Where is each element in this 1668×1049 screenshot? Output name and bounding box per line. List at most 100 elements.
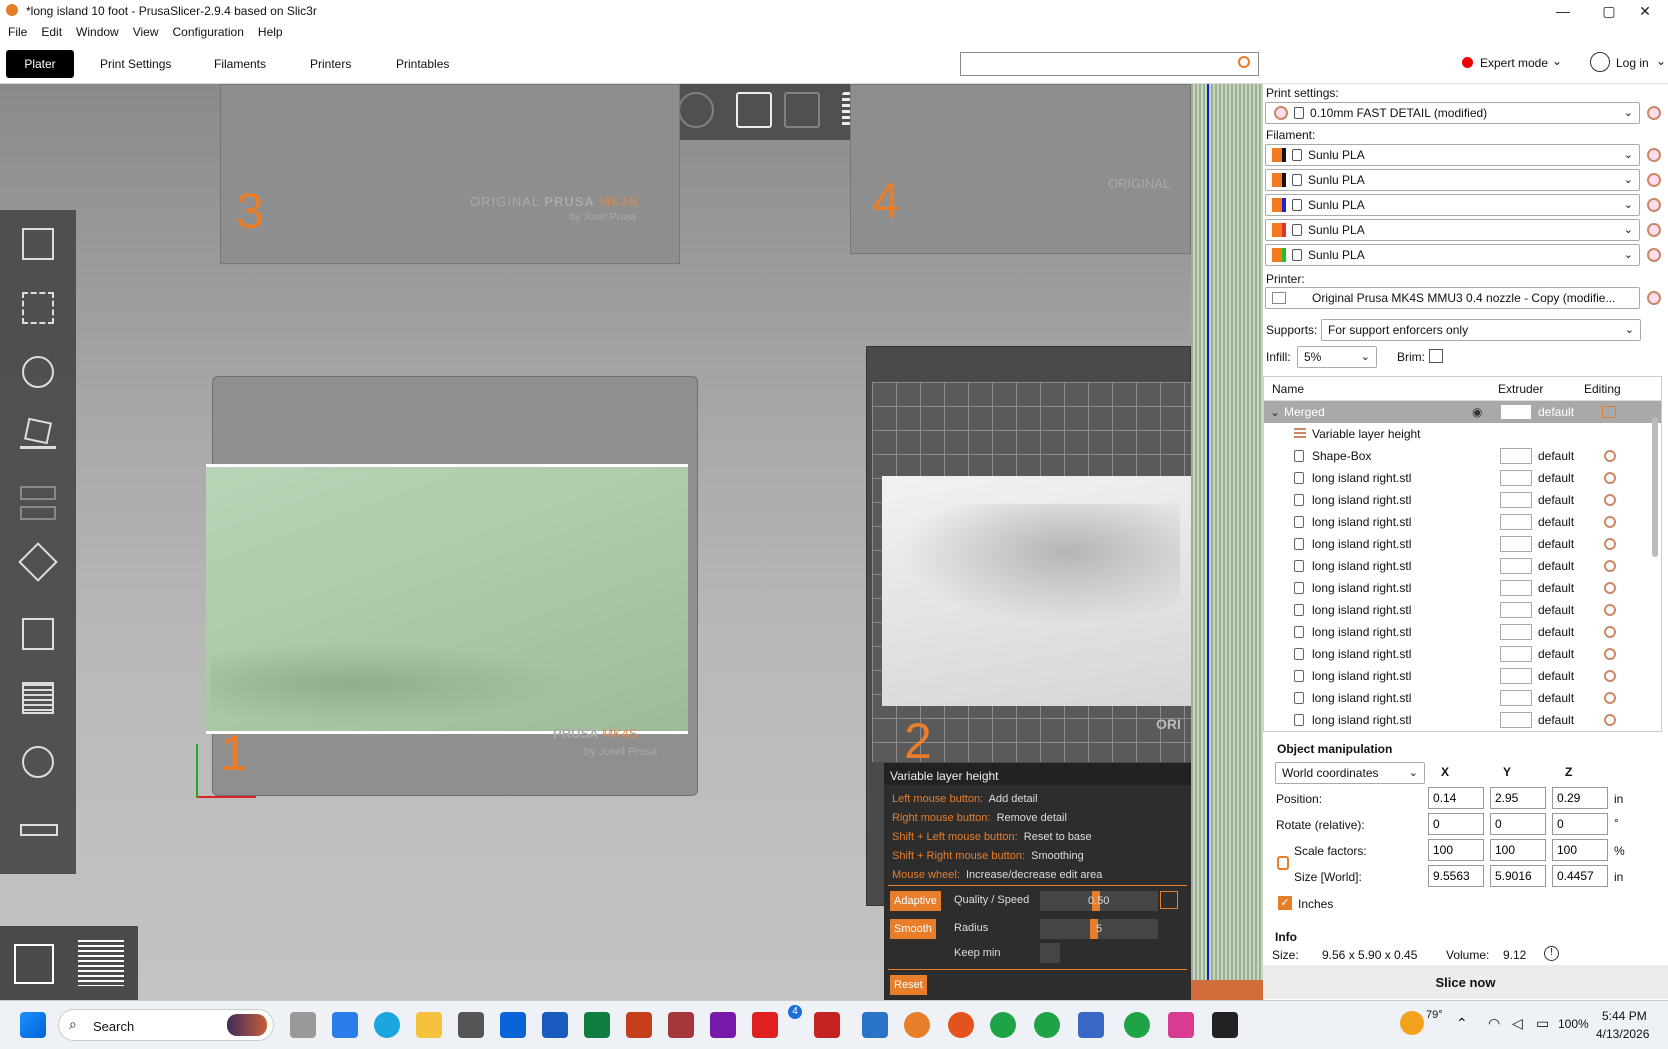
menu-edit[interactable]: Edit	[41, 25, 62, 39]
adaptive-button[interactable]: Adaptive	[890, 891, 941, 911]
close-button[interactable]: ✕	[1622, 0, 1668, 22]
list-item[interactable]: long island right.stl default	[1264, 687, 1661, 709]
menu-configuration[interactable]: Configuration	[173, 25, 244, 39]
rotate-icon[interactable]	[12, 346, 64, 398]
settings-gear-icon[interactable]	[1647, 148, 1661, 162]
menu-help[interactable]: Help	[258, 25, 283, 39]
chevron-up-icon[interactable]: ⌃	[1456, 1015, 1468, 1032]
quality-slider[interactable]: 0.50	[1040, 891, 1158, 911]
scale-z-field[interactable]	[1552, 839, 1608, 861]
eye-icon[interactable]: ◉	[1472, 405, 1482, 419]
notepad-icon[interactable]	[458, 1012, 484, 1038]
word-icon[interactable]	[542, 1012, 568, 1038]
rotate-x-field[interactable]	[1428, 813, 1484, 835]
preview-view-icon[interactable]	[78, 940, 124, 986]
unlock-icon[interactable]	[1277, 856, 1289, 870]
list-item[interactable]: long island right.stl default	[1264, 489, 1661, 511]
smooth-button[interactable]: Smooth	[890, 919, 936, 939]
remove-instance-icon[interactable]	[678, 92, 714, 128]
list-item[interactable]: long island right.stl default	[1264, 555, 1661, 577]
coordinates-select[interactable]: World coordinates ⌄	[1275, 762, 1425, 784]
printer-select[interactable]: Original Prusa MK4S MMU3 0.4 nozzle - Co…	[1265, 287, 1640, 309]
cut-icon[interactable]	[12, 476, 64, 528]
tab-printables[interactable]: Printables	[382, 50, 463, 78]
chrome-icon[interactable]	[1124, 1012, 1150, 1038]
size-z-field[interactable]	[1552, 865, 1608, 887]
filament-select-3[interactable]: Sunlu PLA ⌄	[1265, 194, 1640, 216]
chrome-icon[interactable]	[1034, 1012, 1060, 1038]
move-icon[interactable]	[12, 218, 64, 270]
clock-time[interactable]: 5:44 PM	[1602, 1009, 1647, 1023]
weather-icon[interactable]	[1400, 1011, 1424, 1035]
edit-icon[interactable]	[1160, 891, 1178, 909]
print-settings-select[interactable]: 0.10mm FAST DETAIL (modified) ⌄	[1265, 102, 1640, 124]
size-x-field[interactable]	[1428, 865, 1484, 887]
list-item[interactable]: long island right.stl default	[1264, 599, 1661, 621]
app-diamond-icon[interactable]	[1168, 1012, 1194, 1038]
settings-gear-icon[interactable]	[1647, 198, 1661, 212]
mmu-painting-icon[interactable]	[12, 736, 64, 788]
menu-window[interactable]: Window	[76, 25, 119, 39]
keep-min-checkbox[interactable]	[1040, 943, 1060, 963]
filament-select-5[interactable]: Sunlu PLA ⌄	[1265, 244, 1640, 266]
list-item[interactable]: long island right.stl default	[1264, 709, 1661, 731]
expert-mode-dropdown[interactable]: Expert mode	[1480, 56, 1548, 70]
wifi-icon[interactable]: ◠	[1488, 1015, 1500, 1032]
search-icon[interactable]	[1238, 56, 1250, 68]
filament-select-4[interactable]: Sunlu PLA ⌄	[1265, 219, 1640, 241]
list-item[interactable]: long island right.stl default	[1264, 643, 1661, 665]
list-item[interactable]: long island right.stl default	[1264, 533, 1661, 555]
edge-icon[interactable]	[374, 1012, 400, 1038]
app-pre-icon[interactable]	[862, 1012, 888, 1038]
taskbar-search[interactable]: ⌕ Search	[58, 1009, 274, 1041]
access-icon[interactable]	[668, 1012, 694, 1038]
reset-button[interactable]: Reset	[890, 975, 927, 995]
login-button[interactable]: Log in	[1616, 56, 1649, 70]
seam-painting-icon[interactable]	[12, 608, 64, 660]
split-to-parts-icon[interactable]	[784, 92, 820, 128]
3d-view-icon[interactable]	[14, 944, 54, 984]
position-x-field[interactable]	[1428, 787, 1484, 809]
settings-gear-icon[interactable]	[1647, 173, 1661, 187]
filament-select-1[interactable]: Sunlu PLA ⌄	[1265, 144, 1640, 166]
tab-print-settings[interactable]: Print Settings	[86, 50, 185, 78]
terminal-icon[interactable]	[1212, 1012, 1238, 1038]
menu-file[interactable]: File	[8, 25, 27, 39]
brim-checkbox[interactable]	[1429, 349, 1443, 363]
list-item[interactable]: long island right.stl default	[1264, 665, 1661, 687]
volume-icon[interactable]: ◁	[1512, 1015, 1523, 1032]
supports-select[interactable]: For support enforcers only ⌄	[1321, 319, 1641, 341]
tab-filaments[interactable]: Filaments	[200, 50, 280, 78]
radius-slider[interactable]: 5	[1040, 919, 1158, 939]
size-y-field[interactable]	[1490, 865, 1546, 887]
list-item[interactable]: long island right.stl default	[1264, 511, 1661, 533]
prusaslicer-icon[interactable]	[904, 1012, 930, 1038]
rotate-z-field[interactable]	[1552, 813, 1608, 835]
list-item[interactable]: long island right.stl default	[1264, 621, 1661, 643]
app-checklist-icon[interactable]	[1078, 1012, 1104, 1038]
place-on-face-icon[interactable]	[12, 412, 64, 464]
chevron-down-icon[interactable]: ⌄	[1270, 405, 1280, 419]
position-z-field[interactable]	[1552, 787, 1608, 809]
settings-gear-icon[interactable]	[1647, 248, 1661, 262]
file-explorer-icon[interactable]	[416, 1012, 442, 1038]
onenote-icon[interactable]	[710, 1012, 736, 1038]
chrome-icon[interactable]	[990, 1012, 1016, 1038]
scale-x-field[interactable]	[1428, 839, 1484, 861]
settings-gear-icon[interactable]	[1647, 223, 1661, 237]
scale-y-field[interactable]	[1490, 839, 1546, 861]
app-l-icon[interactable]	[752, 1012, 778, 1038]
measure-volume-icon[interactable]	[12, 672, 64, 724]
list-item[interactable]: long island right.stl default	[1264, 577, 1661, 599]
slice-now-button[interactable]: Slice now	[1263, 965, 1668, 999]
windows-start-icon[interactable]	[20, 1012, 46, 1038]
search-input[interactable]	[960, 52, 1259, 76]
support-painting-icon[interactable]	[12, 542, 64, 594]
battery-icon[interactable]: ▭	[1536, 1015, 1549, 1032]
minimize-button[interactable]: —	[1540, 0, 1586, 22]
edit-icon[interactable]	[1602, 406, 1616, 418]
task-view-icon[interactable]	[290, 1012, 316, 1038]
app-burst-icon[interactable]	[948, 1012, 974, 1038]
settings-gear-icon[interactable]	[1647, 106, 1661, 120]
filament-select-2[interactable]: Sunlu PLA ⌄	[1265, 169, 1640, 191]
